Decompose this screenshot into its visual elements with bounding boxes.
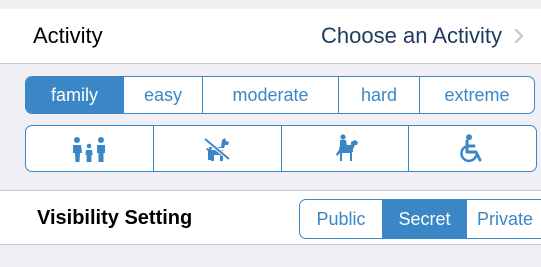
visibility-option-private[interactable]: Private (466, 200, 541, 238)
horse-rider-icon (329, 133, 361, 164)
wheelchair-icon (459, 133, 487, 164)
accessibility-segmented-control (25, 125, 537, 172)
visibility-option-secret[interactable]: Secret (382, 200, 466, 238)
visibility-row: Visibility Setting Public Secret Private (0, 190, 541, 245)
top-spacer (0, 0, 541, 9)
activity-row[interactable]: Activity Choose an Activity (0, 9, 541, 64)
accessibility-option-dogs[interactable] (152, 126, 281, 171)
accessibility-option-family[interactable] (26, 126, 153, 171)
difficulty-option-extreme[interactable]: extreme (419, 77, 534, 113)
activity-label: Activity (33, 23, 103, 48)
difficulty-option-hard[interactable]: hard (338, 77, 419, 113)
activity-value[interactable]: Choose an Activity (321, 23, 502, 49)
accessibility-option-horses[interactable] (280, 126, 409, 171)
chevron-right-icon (512, 29, 526, 43)
visibility-label: Visibility Setting (37, 207, 193, 229)
difficulty-option-moderate[interactable]: moderate (202, 77, 338, 113)
visibility-segmented-control: Public Secret Private (299, 199, 541, 239)
accessibility-option-wheelchair[interactable] (408, 126, 536, 171)
activity-options-panel: family easy moderate hard extreme (0, 64, 541, 190)
difficulty-option-family[interactable]: family (26, 77, 123, 113)
visibility-option-public[interactable]: Public (300, 200, 382, 238)
family-icon (69, 136, 109, 162)
difficulty-option-easy[interactable]: easy (123, 77, 202, 113)
no-dogs-icon (202, 136, 232, 162)
difficulty-segmented-control: family easy moderate hard extreme (25, 76, 535, 114)
